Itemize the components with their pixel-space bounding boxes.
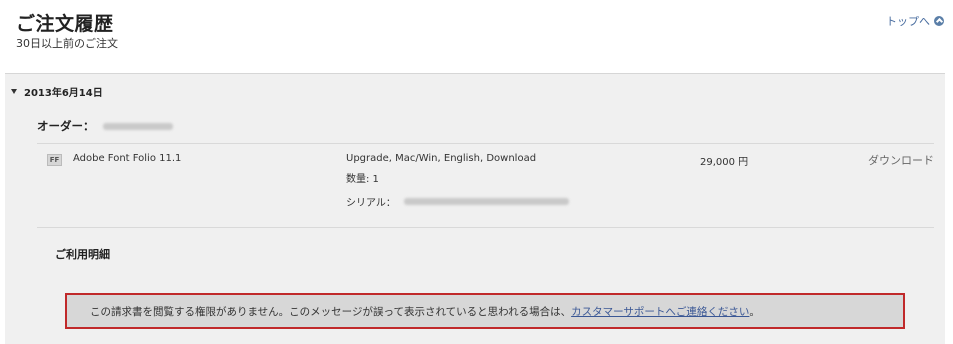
serial-label: シリアル： bbox=[346, 198, 396, 209]
serial-number-redacted bbox=[403, 198, 569, 205]
notice-message: この請求書を閲覧する権限がありません。このメッセージが誤って表示されていると思わ… bbox=[90, 305, 572, 318]
page-title: ご注文履歴 bbox=[16, 13, 114, 35]
order-number-redacted bbox=[102, 122, 173, 130]
order-date-toggle[interactable]: 2013年6月14日 bbox=[11, 84, 103, 99]
order-number-row: オーダー： bbox=[37, 118, 173, 134]
arrow-up-circle-icon bbox=[934, 16, 944, 26]
serial-row: シリアル： bbox=[346, 194, 569, 209]
product-quantity: 数量: 1 bbox=[346, 174, 379, 185]
collapse-triangle-icon bbox=[11, 89, 17, 94]
back-to-top-link[interactable]: トップへ bbox=[886, 13, 944, 29]
notice-suffix: 。 bbox=[749, 305, 760, 318]
order-label: オーダー： bbox=[37, 119, 95, 133]
order-panel: 2013年6月14日 オーダー： FF Adobe Font Folio 11.… bbox=[5, 73, 945, 344]
permission-notice: この請求書を閲覧する権限がありません。このメッセージが誤って表示されていると思わ… bbox=[65, 293, 905, 329]
contact-support-link[interactable]: カスタマーサポートへご連絡ください bbox=[571, 304, 749, 319]
product-icon: FF bbox=[47, 154, 62, 166]
product-price: 29,000 円 bbox=[700, 157, 749, 168]
order-date: 2013年6月14日 bbox=[24, 88, 103, 99]
separator bbox=[37, 143, 934, 144]
product-name: Adobe Font Folio 11.1 bbox=[73, 153, 182, 164]
page-subtitle: 30日以上前のご注文 bbox=[16, 37, 118, 50]
download-link[interactable]: ダウンロード bbox=[868, 152, 934, 168]
usage-details-title: ご利用明細 bbox=[55, 248, 110, 261]
top-link-label: トップへ bbox=[886, 15, 930, 28]
separator bbox=[37, 227, 934, 228]
product-description: Upgrade, Mac/Win, English, Download bbox=[346, 153, 537, 164]
